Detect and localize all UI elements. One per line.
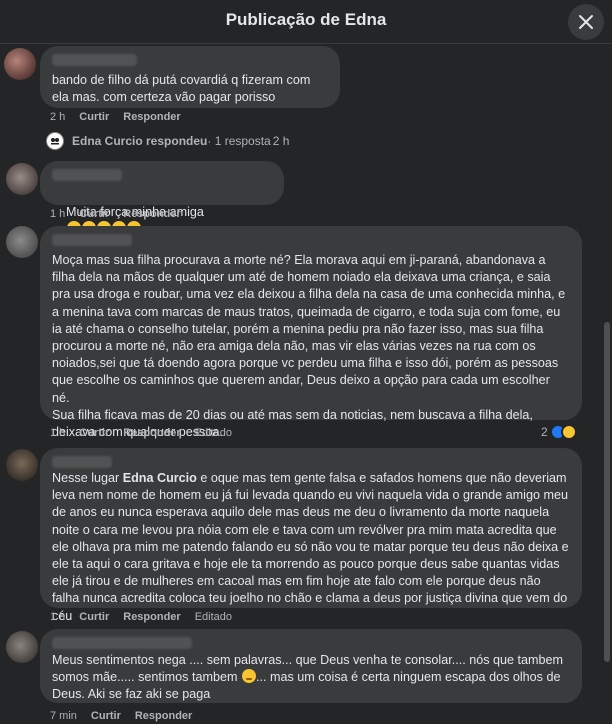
close-button[interactable] [568, 4, 604, 40]
comment-time[interactable]: 1 h [50, 208, 65, 220]
avatar[interactable] [6, 226, 38, 258]
dialog-title: Publicação de Edna [225, 10, 387, 29]
comment-bubble: Moça mas sua filha procurava a morte né?… [40, 226, 582, 439]
comment-text: bando de filho dá putá covardiá q fizera… [52, 73, 314, 105]
mention-link[interactable]: Edna Curcio [123, 471, 197, 485]
edited-label: Editado [194, 611, 233, 623]
comment-time[interactable]: 7 min [50, 710, 77, 722]
reaction-summary[interactable]: 2 [541, 424, 577, 440]
comment-author-name[interactable] [52, 456, 112, 468]
avatar[interactable] [6, 449, 38, 481]
comment-time[interactable]: 2 h [50, 111, 65, 123]
comment-text-start: Nesse lugar [52, 471, 123, 485]
close-icon [579, 15, 593, 29]
like-button[interactable]: Curtir [79, 427, 109, 439]
comment-bubble: Meus sentimentos nega .... sem palavras.… [40, 629, 582, 703]
view-replies-link[interactable]: Edna Curcio respondeu · 1 resposta 2 h [46, 132, 289, 150]
comment-actions: 1 h Curtir Responder Editado [50, 611, 232, 623]
comment-bubble: Nesse lugar Edna Curcio e oque mas tem g… [40, 448, 582, 623]
comment-text: Moça mas sua filha procurava a morte né?… [52, 253, 566, 440]
comment-actions: 7 min Curtir Responder [50, 710, 192, 722]
comment-actions: 1 h Curtir Responder Editado [50, 427, 232, 439]
like-button[interactable]: Curtir [91, 710, 121, 722]
reply-button[interactable]: Responder [123, 208, 180, 220]
reply-button[interactable]: Responder [135, 710, 192, 722]
sad-reaction-icon [560, 424, 577, 440]
comment-text: Meus sentimentos nega .... sem palavras.… [52, 652, 570, 704]
comment-actions: 1 h Curtir Responder [50, 208, 181, 220]
dialog-header: Publicação de Edna [0, 0, 612, 44]
reply-author[interactable]: Edna Curcio respondeu [72, 134, 207, 148]
avatar[interactable] [6, 163, 38, 195]
avatar[interactable] [6, 631, 38, 663]
like-button[interactable]: Curtir [79, 611, 109, 623]
comment-text: Nesse lugar Edna Curcio e oque mas tem g… [52, 470, 570, 625]
reaction-count: 2 [541, 425, 548, 439]
comment-time[interactable]: 1 h [50, 427, 65, 439]
like-button[interactable]: Curtir [79, 111, 109, 123]
comment-author-name[interactable] [52, 54, 137, 66]
reply-button[interactable]: Responder [123, 611, 180, 623]
scrollbar-thumb[interactable] [604, 322, 610, 662]
page-logo-icon [51, 138, 59, 145]
reply-count[interactable]: · 1 resposta [207, 134, 270, 148]
comment-text-rest: e oque mas tem gente falsa e safados hom… [52, 471, 573, 623]
edited-label: Editado [194, 427, 233, 439]
comment-time[interactable]: 1 h [50, 611, 65, 623]
reply-time: 2 h [272, 134, 290, 148]
comment-actions: 2 h Curtir Responder [50, 111, 181, 123]
avatar[interactable] [4, 48, 36, 80]
replier-avatar [46, 132, 64, 150]
like-button[interactable]: Curtir [79, 208, 109, 220]
comment-author-name[interactable] [52, 234, 132, 246]
sad-face-icon [241, 669, 256, 684]
reply-button[interactable]: Responder [123, 427, 180, 439]
comment-author-name[interactable] [52, 637, 192, 649]
reply-button[interactable]: Responder [123, 111, 180, 123]
comment-bubble: bando de filho dá putá covardiá q fizera… [40, 46, 340, 108]
comment-author-name[interactable] [52, 169, 122, 181]
comment-bubble: Muita força minha amiga [40, 161, 284, 236]
